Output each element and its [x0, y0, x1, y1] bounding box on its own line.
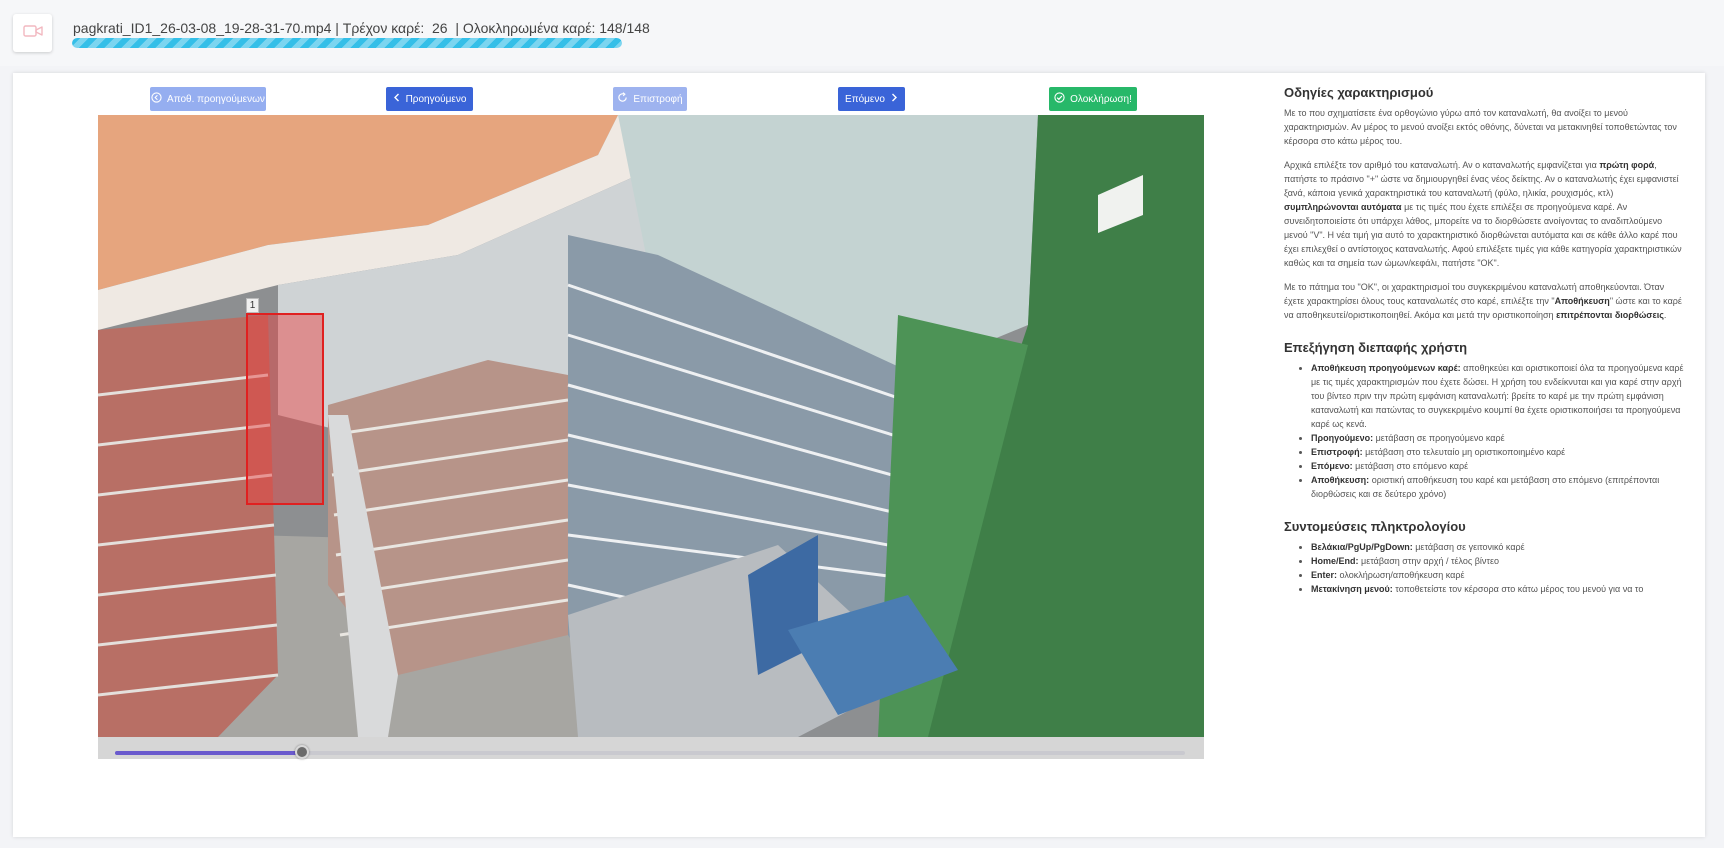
- video-player: 1: [98, 115, 1204, 759]
- return-button[interactable]: Επιστροφή: [613, 87, 687, 111]
- list-item: Μετακίνηση μενού: τοποθετείστε τον κέρσο…: [1311, 582, 1684, 598]
- shortcuts-title: Συντομεύσεις πληκτρολογίου: [1284, 519, 1466, 534]
- instructions-paragraph-1: Με το που σχηματίσετε ένα ορθογώνιο γύρω…: [1284, 108, 1677, 146]
- save-previous-label: Αποθ. προηγούμενων: [167, 93, 265, 105]
- list-item: Αποθήκευση προηγούμενων καρέ: αποθηκεύει…: [1311, 361, 1684, 431]
- frames-progress-fill: [72, 38, 622, 48]
- chevron-right-icon: [890, 93, 898, 105]
- complete-button[interactable]: Ολοκλήρωση!: [1049, 87, 1137, 111]
- list-item: Επόμενο: μετάβαση στο επόμενο καρέ: [1311, 459, 1684, 473]
- camera-button[interactable]: [13, 14, 52, 52]
- frame-slider[interactable]: [115, 745, 1185, 759]
- list-item: Αποθήκευση: οριστική αποθήκευση του καρέ…: [1311, 473, 1684, 501]
- instructions-paragraph-3: Με το πάτημα του "ΟΚ", οι χαρακτηρισμοί …: [1284, 282, 1682, 320]
- ui-explanation-title: Επεξήγηση διεπαφής χρήστη: [1284, 340, 1468, 355]
- instructions-title: Οδηγίες χαρακτηρισμού: [1284, 85, 1434, 100]
- top-bar: pagkrati_ID1_26-03-08_19-28-31-70.mp4 | …: [0, 0, 1724, 66]
- next-button[interactable]: Επόμενο: [838, 87, 905, 111]
- instructions-panel: Οδηγίες χαρακτηρισμού Με το που σχηματίσ…: [1284, 85, 1684, 598]
- save-previous-button[interactable]: Αποθ. προηγούμενων: [150, 87, 266, 111]
- list-item: Προηγούμενο: μετάβαση σε προηγούμενο καρ…: [1311, 431, 1684, 445]
- complete-label: Ολοκλήρωση!: [1070, 93, 1132, 105]
- consumer-bounding-box[interactable]: [246, 313, 324, 505]
- annotation-panel: Αποθ. προηγούμενων Προηγούμενο Επιστροφή…: [13, 73, 1705, 837]
- consumer-id-label: 1: [246, 298, 259, 313]
- refresh-icon: [617, 92, 628, 106]
- chevron-left-icon: [393, 93, 401, 105]
- next-label: Επόμενο: [845, 93, 885, 105]
- circle-arrow-left-icon: [151, 92, 162, 106]
- list-item: Enter: ολοκλήρωση/αποθήκευση καρέ: [1311, 568, 1684, 582]
- video-camera-icon: [22, 24, 43, 43]
- frames-progress-bar: [72, 38, 622, 48]
- ui-explanation-list: Αποθήκευση προηγούμενων καρέ: αποθηκεύει…: [1284, 361, 1684, 501]
- list-item: Επιστροφή: μετάβαση στο τελευταίο μη ορι…: [1311, 445, 1684, 459]
- shortcuts-list: Βελάκια/PgUp/PgDown: μετάβαση σε γειτονι…: [1284, 540, 1684, 598]
- frame-slider-thumb[interactable]: [295, 745, 310, 759]
- video-frame[interactable]: 1: [98, 115, 1204, 737]
- return-label: Επιστροφή: [633, 93, 683, 105]
- frame-slider-fill: [115, 751, 303, 755]
- file-info: pagkrati_ID1_26-03-08_19-28-31-70.mp4 | …: [73, 20, 650, 36]
- previous-button[interactable]: Προηγούμενο: [386, 87, 473, 111]
- previous-label: Προηγούμενο: [405, 93, 467, 105]
- list-item: Βελάκια/PgUp/PgDown: μετάβαση σε γειτονι…: [1311, 540, 1684, 554]
- instructions-paragraph-2: Αρχικά επιλέξτε τον αριθμό του καταναλωτ…: [1284, 160, 1682, 268]
- list-item: Home/End: μετάβαση στην αρχή / τέλος βίν…: [1311, 554, 1684, 568]
- check-circle-icon: [1054, 92, 1065, 106]
